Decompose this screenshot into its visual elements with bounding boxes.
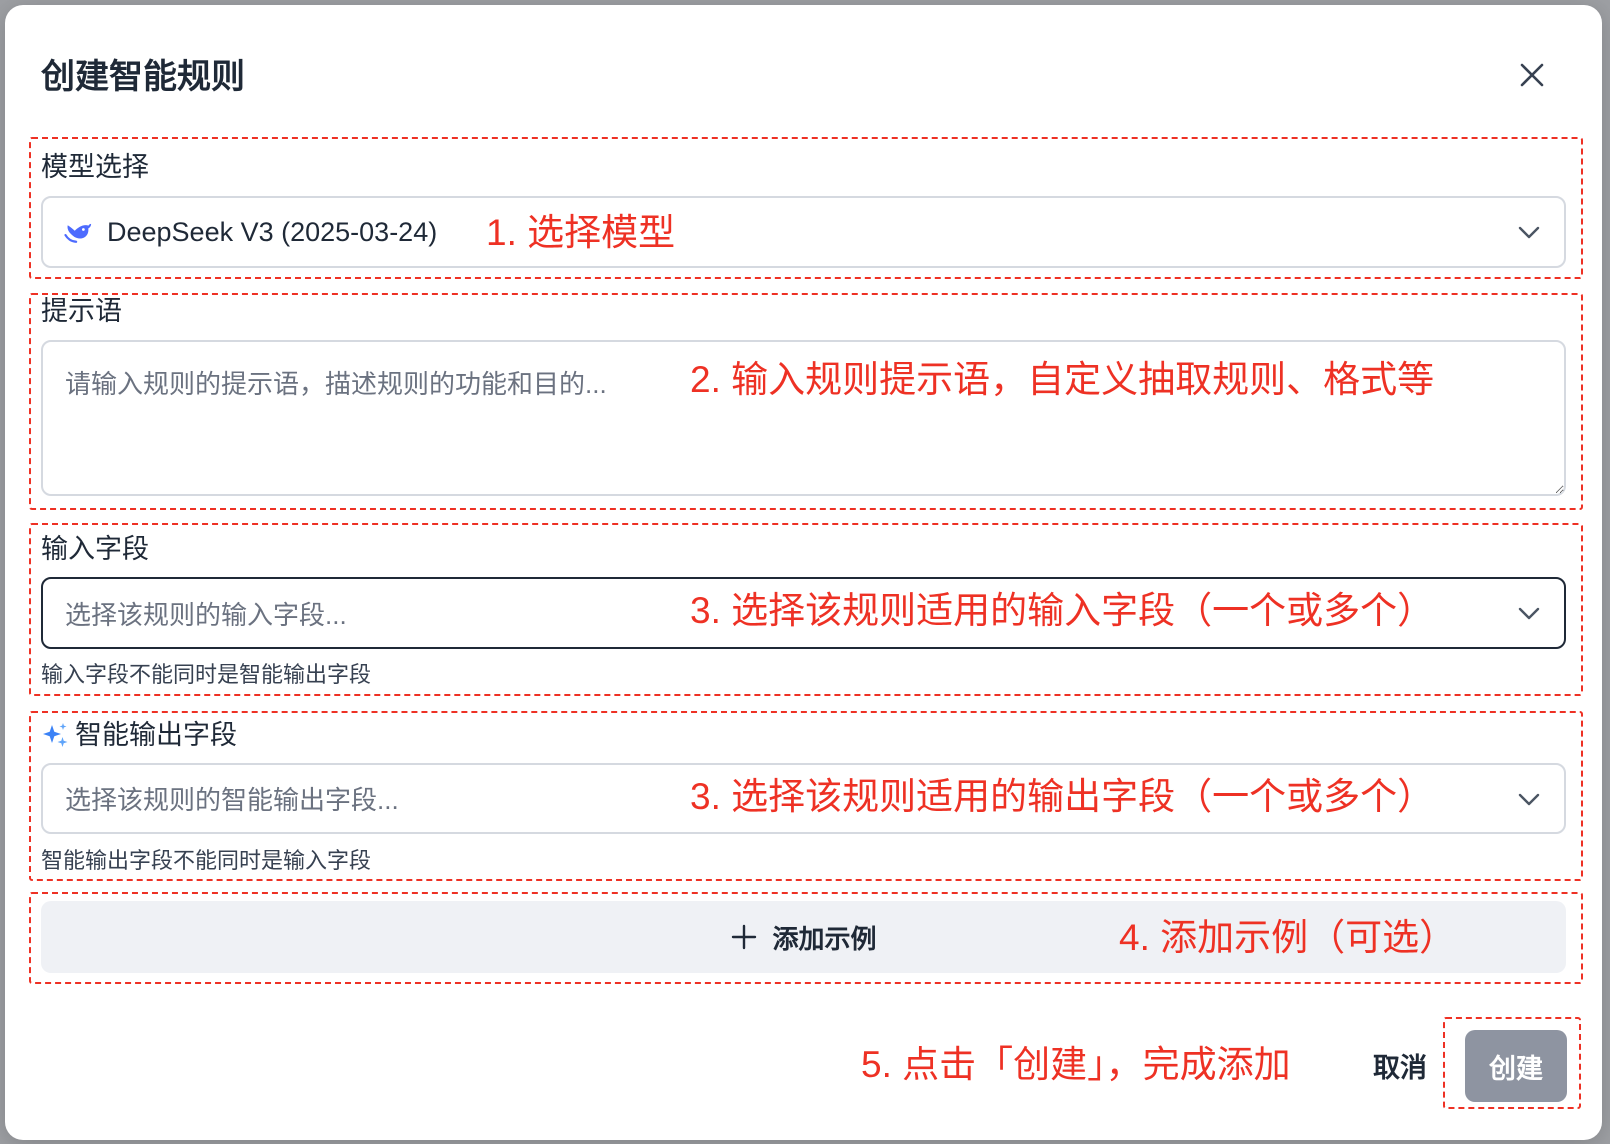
prompt-label: 提示语 [41, 296, 122, 326]
model-select-label: 模型选择 [41, 152, 149, 182]
model-select-value: DeepSeek V3 (2025-03-24) [107, 216, 438, 247]
close-button[interactable] [1517, 60, 1547, 90]
dialog-title: 创建智能规则 [41, 58, 245, 96]
chevron-down-icon [1518, 607, 1540, 620]
input-fields-placeholder: 选择该规则的输入字段... [65, 599, 347, 630]
create-button[interactable]: 创建 [1465, 1030, 1567, 1102]
annotation-step-5: 5. 点击「创建」，完成添加 [861, 1044, 1291, 1085]
chevron-down-icon [1518, 226, 1540, 239]
input-fields-label: 输入字段 [41, 534, 149, 564]
close-icon [1520, 63, 1544, 87]
input-fields-helper-text: 输入字段不能同时是智能输出字段 [41, 662, 372, 687]
plus-icon [730, 923, 758, 951]
prompt-textarea[interactable] [41, 340, 1566, 496]
output-fields-label-row: 智能输出字段 [41, 719, 237, 751]
model-select[interactable]: DeepSeek V3 (2025-03-24) [41, 196, 1566, 268]
input-fields-select[interactable]: 选择该规则的输入字段... [41, 577, 1566, 649]
create-rule-dialog: 创建智能规则 模型选择 DeepSeek V3 (2025-03-24) 1. … [5, 5, 1602, 1140]
output-fields-placeholder: 选择该规则的智能输出字段... [65, 785, 399, 815]
cancel-button[interactable]: 取消 [1373, 1052, 1427, 1084]
output-fields-select[interactable]: 选择该规则的智能输出字段... [41, 763, 1566, 834]
add-example-label: 添加示例 [772, 923, 877, 954]
output-fields-helper-text: 智能输出字段不能同时是输入字段 [41, 848, 372, 873]
chevron-down-icon [1518, 793, 1540, 805]
add-example-button[interactable]: 添加示例 [41, 901, 1566, 973]
sparkle-icon [41, 721, 69, 749]
deepseek-logo-icon [63, 217, 93, 247]
output-fields-label: 智能输出字段 [75, 720, 237, 750]
